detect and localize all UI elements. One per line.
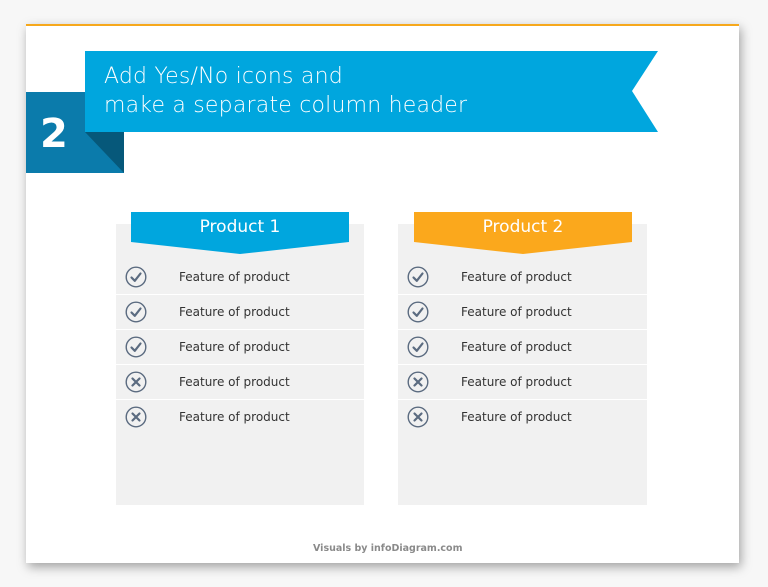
footer-text: Visuals by infoDiagram.com <box>313 543 463 554</box>
feature-label: Feature of product <box>461 340 572 354</box>
product-card-2: Feature of product Feature of product Fe… <box>398 224 647 505</box>
check-circle-icon <box>125 301 147 323</box>
check-circle-icon <box>407 336 429 358</box>
product-2-header: Product 2 <box>414 212 632 254</box>
feature-row: Feature of product <box>116 399 364 434</box>
feature-list: Feature of product Feature of product Fe… <box>398 260 647 434</box>
check-circle-icon <box>407 266 429 288</box>
feature-label: Feature of product <box>179 375 290 389</box>
feature-label: Feature of product <box>179 270 290 284</box>
product-1-title: Product 1 <box>199 217 281 237</box>
check-circle-icon <box>125 336 147 358</box>
feature-label: Feature of product <box>179 305 290 319</box>
x-circle-icon <box>407 371 429 393</box>
feature-row: Feature of product <box>116 364 364 399</box>
ribbon-fold <box>85 132 124 173</box>
feature-label: Feature of product <box>179 410 290 424</box>
feature-row: Feature of product <box>398 399 647 434</box>
feature-row: Feature of product <box>116 294 364 329</box>
check-circle-icon <box>125 266 147 288</box>
feature-label: Feature of product <box>461 375 572 389</box>
title-line-2: make a separate column header <box>104 93 468 118</box>
feature-label: Feature of product <box>461 270 572 284</box>
feature-row: Feature of product <box>398 364 647 399</box>
product-1-header: Product 1 <box>131 212 349 254</box>
x-circle-icon <box>125 406 147 428</box>
feature-row: Feature of product <box>398 294 647 329</box>
feature-row: Feature of product <box>398 329 647 364</box>
title-line-1: Add Yes/No icons and <box>104 64 343 89</box>
x-circle-icon <box>407 406 429 428</box>
x-circle-icon <box>125 371 147 393</box>
feature-row: Feature of product <box>398 260 647 294</box>
feature-list: Feature of product Feature of product Fe… <box>116 260 364 434</box>
product-card-1: Feature of product Feature of product Fe… <box>116 224 364 505</box>
feature-label: Feature of product <box>461 410 572 424</box>
feature-row: Feature of product <box>116 329 364 364</box>
feature-label: Feature of product <box>179 340 290 354</box>
check-circle-icon <box>407 301 429 323</box>
feature-row: Feature of product <box>116 260 364 294</box>
slide-title: Add Yes/No icons and make a separate col… <box>104 62 467 120</box>
product-2-title: Product 2 <box>482 217 564 237</box>
feature-label: Feature of product <box>461 305 572 319</box>
step-number: 2 <box>40 111 68 157</box>
